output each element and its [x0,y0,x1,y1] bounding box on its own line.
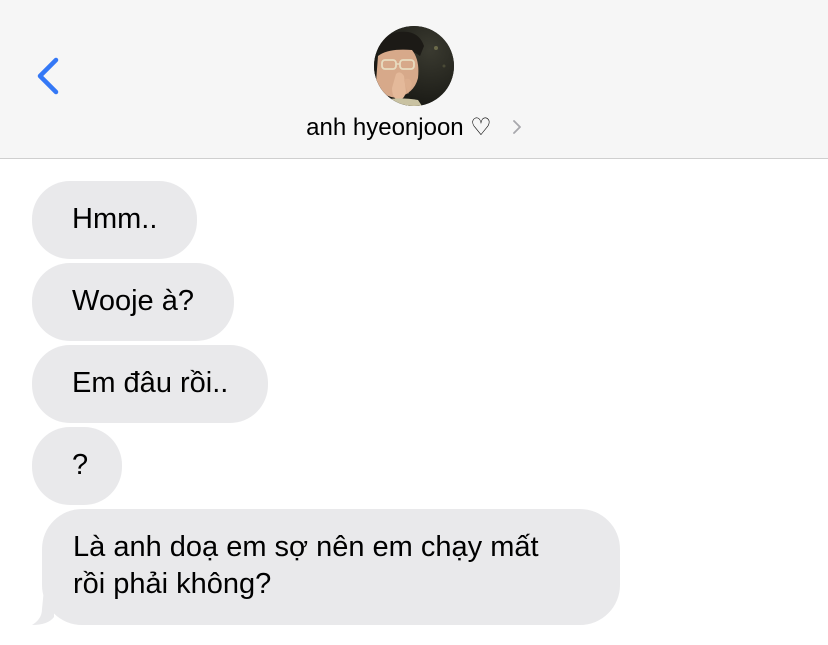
chevron-right-icon [512,120,521,134]
conversation-header: anh hyeonjoon ♡ [0,0,828,159]
back-button[interactable] [28,50,68,102]
contact-name: anh hyeonjoon ♡ [306,114,492,141]
contact-avatar[interactable] [374,26,454,106]
message-text: Wooje à? [72,285,194,317]
message-text-line: Là anh doạ em sợ nên em chạy mất [73,531,539,563]
message-bubble[interactable]: Em đâu rồi.. [32,345,269,423]
message-text: Em đâu rồi.. [72,367,229,399]
message-bubble[interactable]: Hmm.. [32,181,198,259]
message-text: Hmm.. [72,203,158,235]
message-thread[interactable]: Hmm.. Wooje à? Em đâu rồi.. ? Là anh doạ… [0,159,828,645]
message-text-line: rồi phải không? [73,568,272,600]
avatar-photo [374,26,454,106]
contact-name-row[interactable]: anh hyeonjoon ♡ [0,110,828,146]
message-bubble[interactable]: Wooje à? [32,263,234,341]
message-text: ? [72,449,89,481]
chevron-left-icon [37,57,59,95]
bubble-tail [32,589,54,625]
message-bubble[interactable]: ? [32,427,123,505]
message-bubble[interactable]: Là anh doạ em sợ nên em chạy mất rồi phả… [42,509,620,625]
